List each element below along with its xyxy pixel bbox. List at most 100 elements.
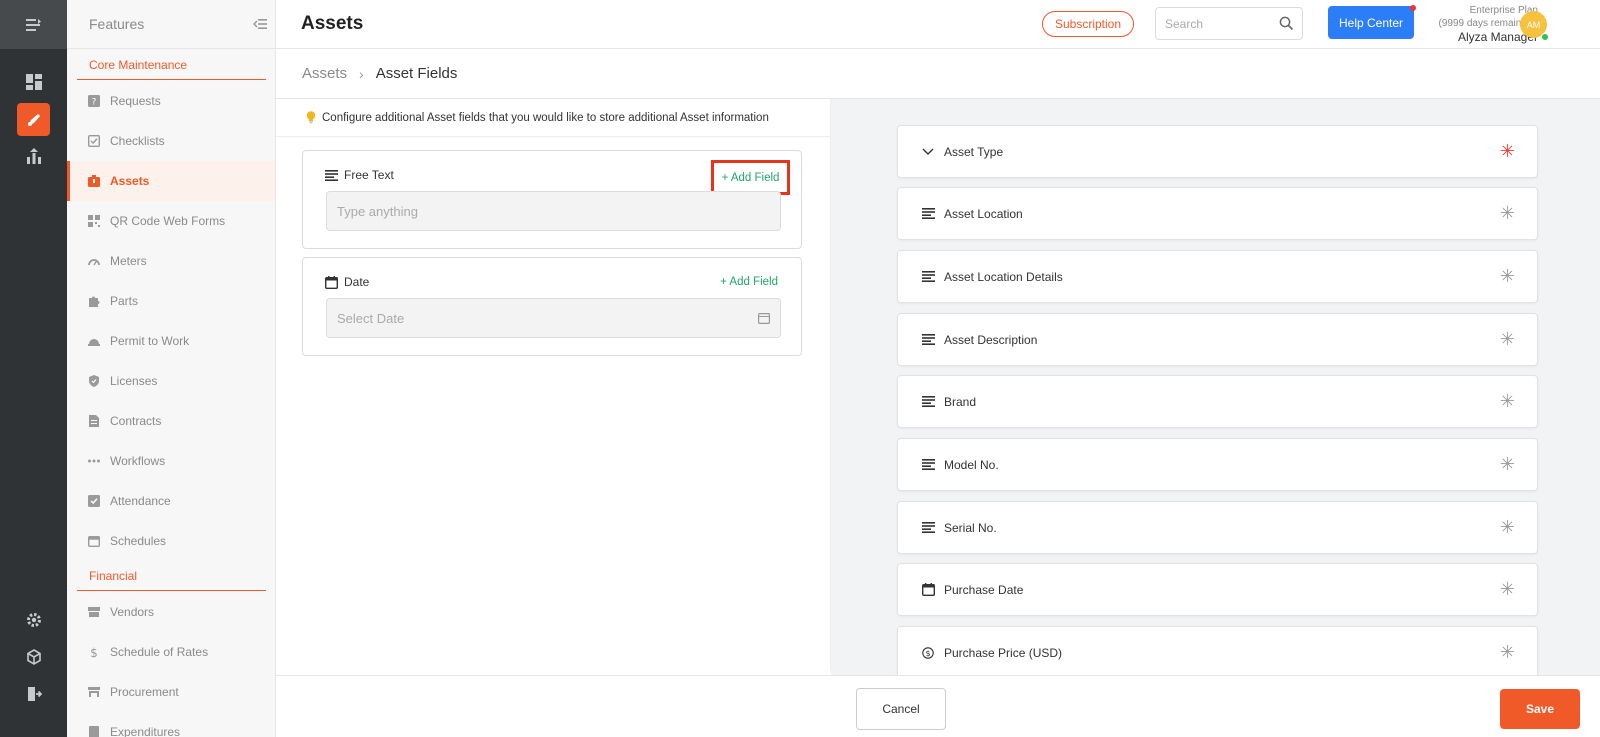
required-toggle-icon[interactable]: ✳ [1500,454,1515,474]
store-icon [87,606,100,619]
calendar-icon[interactable] [758,312,770,324]
field-row-asset-type[interactable]: Asset Type ✳ [897,125,1538,178]
sidebar-item-label: Requests [110,94,161,108]
maintenance-button[interactable] [17,103,50,136]
cube-icon [26,648,41,665]
dollar-icon: $ [87,646,100,659]
action-footer: Cancel Save [276,675,1600,737]
save-button[interactable]: Save [1500,689,1580,729]
field-row-serial-no[interactable]: Serial No. ✳ [897,501,1538,554]
add-free-text-field-button[interactable]: + Add Field [711,160,790,195]
field-row-model-no[interactable]: Model No. ✳ [897,438,1538,491]
subscription-button[interactable]: Subscription [1042,11,1134,37]
sidebar-item-label: Schedules [110,534,167,548]
field-label: Asset Location [944,206,1023,221]
sidebar-item-label: Contracts [110,414,162,428]
required-toggle-icon[interactable]: ✳ [1500,579,1515,599]
search-box [1155,7,1303,40]
sidebar-item-requests[interactable]: ? Requests [67,81,275,121]
sidebar-item-meters[interactable]: Meters [67,241,275,281]
icon-rail [0,0,67,737]
date-field-header: Date [325,275,369,289]
breadcrumb-current: Asset Fields [375,65,458,82]
text-lines-icon [920,332,936,348]
page-title: Assets [301,13,364,34]
modules-button[interactable] [17,640,50,673]
sidebar-item-assets[interactable]: Assets [67,161,275,201]
field-row-asset-location[interactable]: Asset Location ✳ [897,187,1538,240]
field-label: Purchase Date [944,582,1024,597]
field-row-asset-description[interactable]: Asset Description ✳ [897,313,1538,366]
field-label: Asset Type [944,144,1004,159]
menu-toggle-icon [25,18,41,31]
text-lines-icon [920,269,936,285]
text-lines-icon [920,394,936,410]
help-center-button[interactable]: Help Center [1328,6,1414,39]
logout-icon [27,686,42,701]
procurement-icon [87,686,100,699]
workflow-dots-icon [87,455,100,468]
checklist-icon [87,135,100,148]
field-label: Asset Location Details [944,269,1063,284]
settings-button[interactable] [17,603,50,636]
field-row-brand[interactable]: Brand ✳ [897,375,1538,428]
gauge-icon [87,255,100,268]
free-text-field-label: Free Text [344,168,394,182]
required-toggle-icon[interactable]: ✳ [1500,203,1515,223]
online-status-dot [1541,33,1549,41]
sidebar-item-contracts[interactable]: Contracts [67,401,275,441]
required-toggle-icon[interactable]: ✳ [1500,391,1515,411]
free-text-input[interactable] [327,192,727,230]
field-row-purchase-price[interactable]: $ Purchase Price (USD) ✳ [897,626,1538,675]
sidebar-item-label: Expenditures [110,725,181,737]
breadcrumb-assets-link[interactable]: Assets [302,65,347,82]
sidebar-item-procurement[interactable]: Procurement [67,672,275,712]
text-lines-icon [920,206,936,222]
svg-text:?: ? [91,98,96,108]
sidebar-item-workflows[interactable]: Workflows [67,441,275,481]
chevron-right-icon: › [359,65,364,82]
reports-button[interactable] [17,139,50,172]
features-title: Features [89,16,145,32]
logout-button[interactable] [17,677,50,710]
sidebar-item-label: Checklists [110,134,165,148]
field-row-purchase-date[interactable]: Purchase Date ✳ [897,563,1538,616]
text-lines-icon [920,457,936,473]
required-toggle-icon[interactable]: ✳ [1500,266,1515,286]
sidebar-item-schedule-of-rates[interactable]: $ Schedule of Rates [67,632,275,672]
add-date-field-button[interactable]: + Add Field [720,276,778,288]
sidebar-item-permit-to-work[interactable]: Permit to Work [67,321,275,361]
field-row-asset-location-details[interactable]: Asset Location Details ✳ [897,250,1538,303]
chevron-down-icon[interactable] [920,144,936,160]
section-core-maintenance: Core Maintenance [77,58,266,80]
required-toggle-icon[interactable]: ✳ [1500,642,1515,662]
contract-icon [87,415,100,428]
field-label: Serial No. [944,520,997,535]
lightbulb-icon [306,111,316,124]
sidebar-item-label: QR Code Web Forms [110,214,226,228]
field-label: Model No. [944,457,999,472]
sidebar-item-vendors[interactable]: Vendors [67,592,275,632]
features-header: Features [67,0,275,49]
search-icon[interactable] [1279,16,1294,31]
date-preview [326,298,781,338]
date-field-card: Date + Add Field [302,257,802,356]
cancel-button[interactable]: Cancel [856,688,946,730]
collapse-sidebar-icon[interactable] [253,18,267,30]
required-toggle-icon[interactable]: ✳ [1500,141,1515,161]
sidebar-item-attendance[interactable]: Attendance [67,481,275,521]
sidebar-item-licenses[interactable]: Licenses [67,361,275,401]
dashboard-button[interactable] [17,65,50,98]
menu-toggle[interactable] [0,0,67,49]
sidebar-item-checklists[interactable]: Checklists [67,121,275,161]
required-toggle-icon[interactable]: ✳ [1500,329,1515,349]
sidebar-item-expenditures[interactable]: Expenditures [67,712,275,737]
sidebar-item-parts[interactable]: Parts [67,281,275,321]
required-toggle-icon[interactable]: ✳ [1500,517,1515,537]
core-maintenance-list: ? Requests Checklists Assets QR Code Web … [67,81,275,561]
date-input[interactable] [327,299,727,337]
hint-banner: Configure additional Asset fields that y… [276,99,830,137]
sidebar-item-qr-code-web-forms[interactable]: QR Code Web Forms [67,201,275,241]
search-input[interactable] [1156,8,1266,39]
sidebar-item-schedules[interactable]: Schedules [67,521,275,561]
